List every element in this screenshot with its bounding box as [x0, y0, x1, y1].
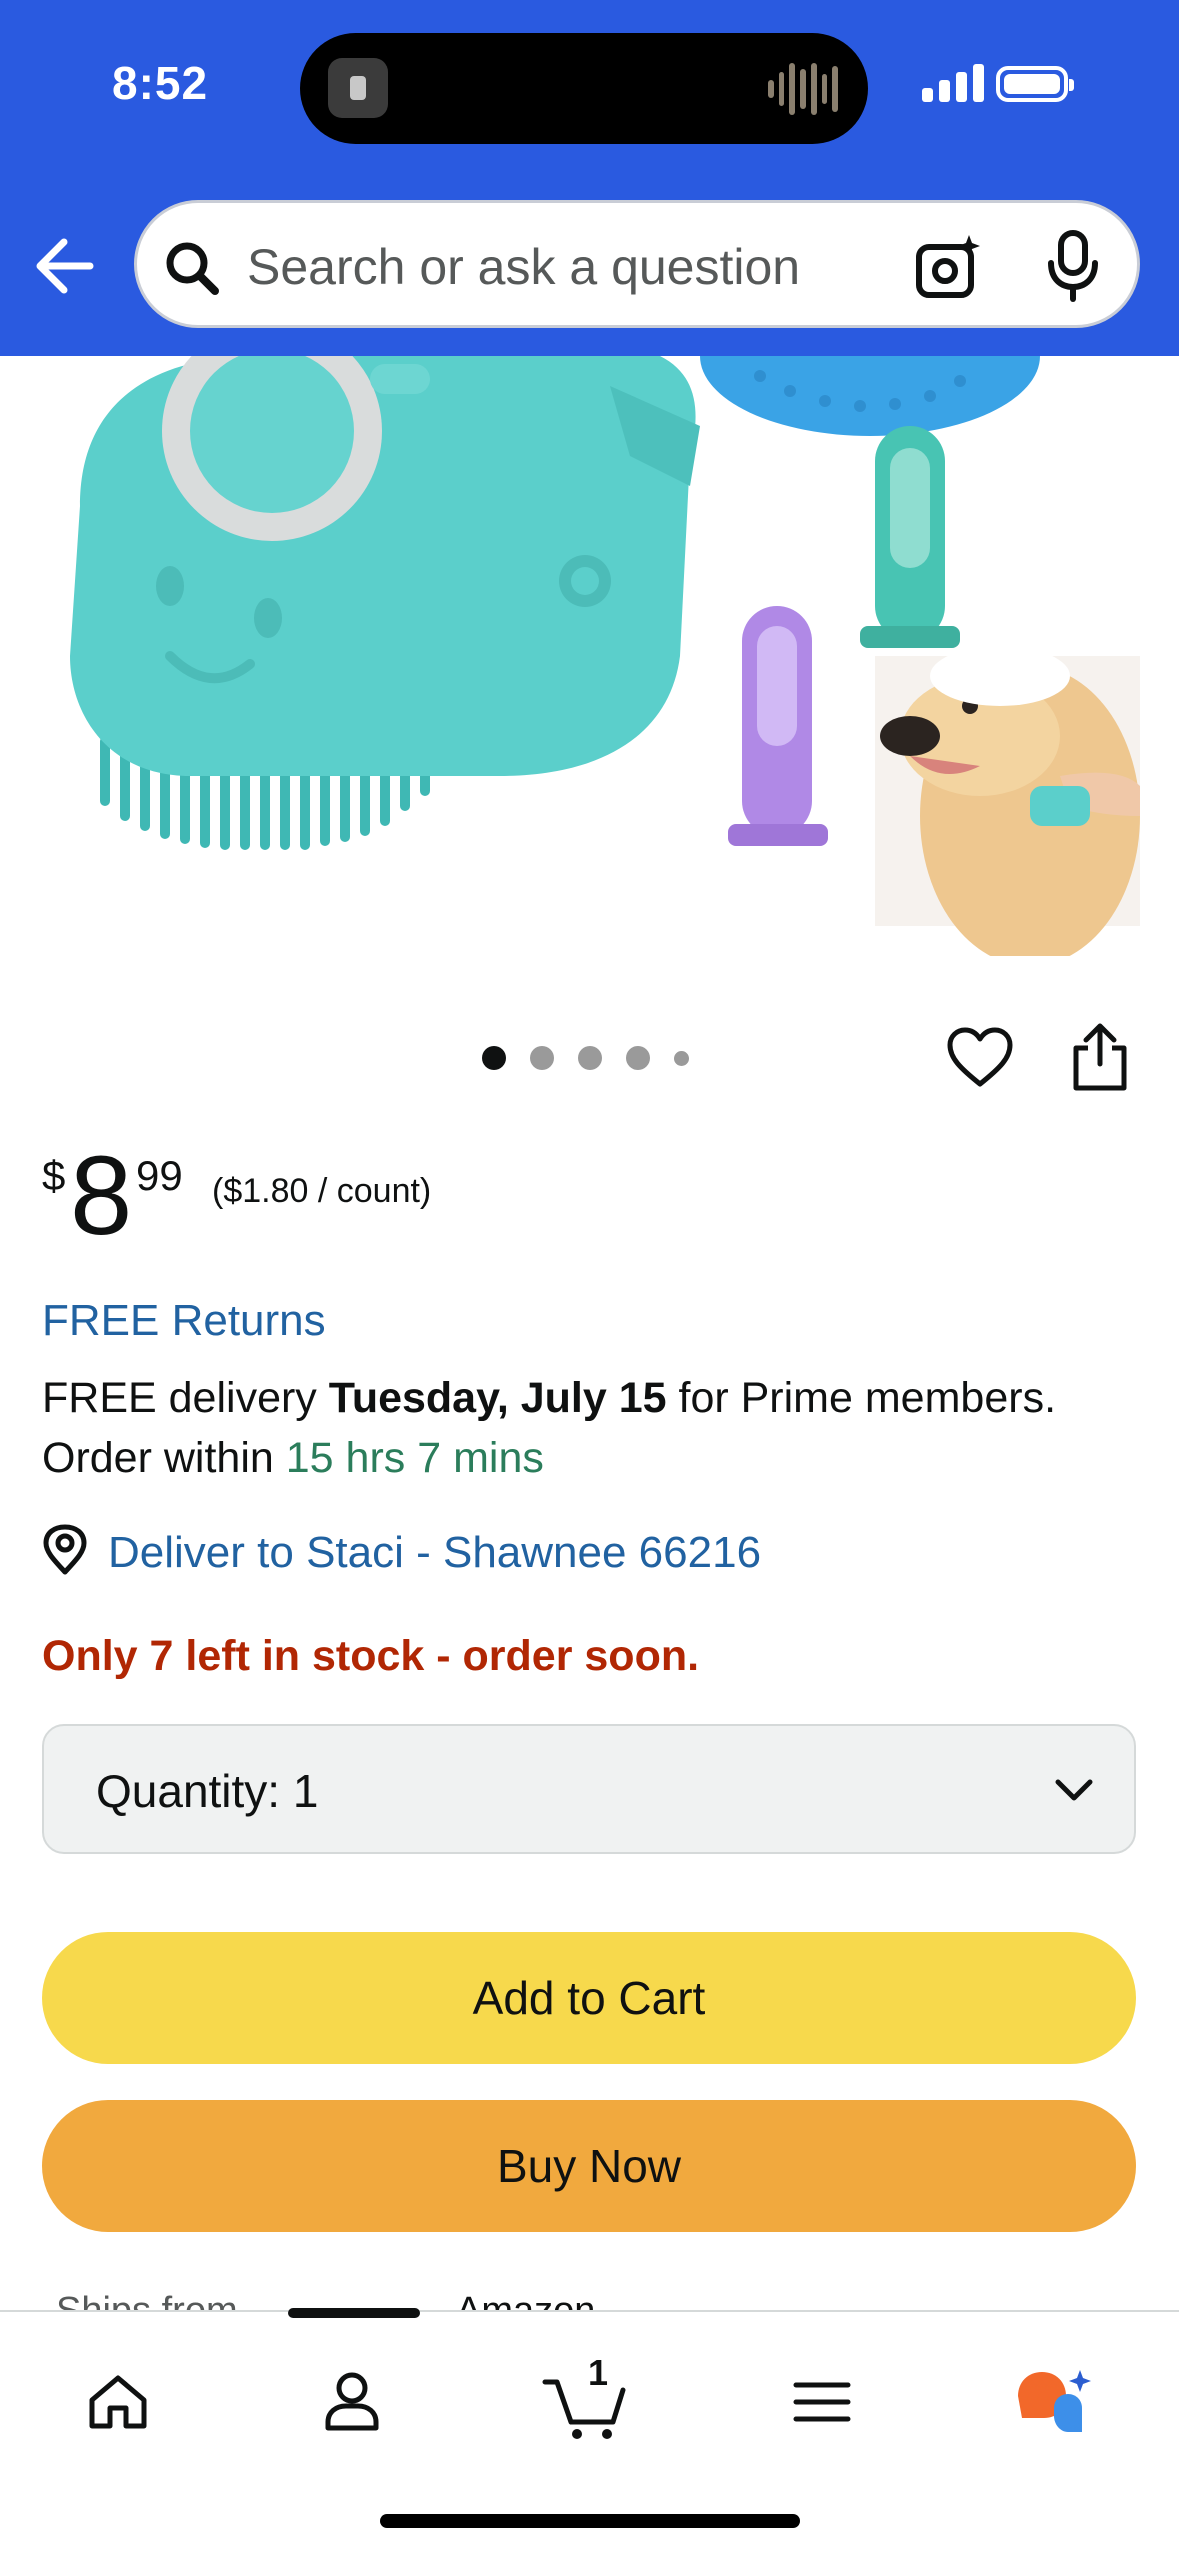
stock-message: Only 7 left in stock - order soon.	[42, 1632, 700, 1680]
cart-count-badge: 1	[588, 2352, 609, 2393]
order-within-label: Order within	[42, 1434, 274, 1482]
share-button[interactable]	[1070, 1020, 1130, 1092]
audio-waveform-icon	[768, 63, 839, 115]
carousel-dot[interactable]	[482, 1046, 506, 1070]
cart-icon	[542, 2379, 626, 2439]
tab-menu[interactable]	[772, 2352, 872, 2452]
chevron-down-icon	[1055, 1779, 1093, 1801]
active-tab-indicator	[288, 2308, 420, 2318]
deliver-to-link[interactable]: Deliver to Staci - Shawnee 66216	[108, 1528, 761, 1578]
golden-retriever-image	[875, 646, 1140, 956]
microphone-icon[interactable]	[1043, 229, 1103, 303]
rufus-chat-icon	[1018, 2370, 1091, 2432]
bath-mat-image	[700, 356, 1040, 436]
carousel-dot[interactable]	[530, 1046, 554, 1070]
tab-account[interactable]	[302, 2352, 402, 2452]
dynamic-island	[300, 33, 868, 144]
delivery-suffix: for Prime members.	[678, 1374, 1057, 1422]
app-header: 8:52	[0, 0, 1179, 356]
live-activity-app-icon	[328, 58, 388, 118]
price-fraction: 99	[136, 1152, 183, 1199]
quantity-value: 1	[292, 1765, 319, 1817]
add-to-list-button[interactable]	[946, 1026, 1014, 1090]
cellular-signal-icon	[922, 62, 984, 102]
tab-cart[interactable]: 1	[536, 2352, 636, 2452]
quantity-select[interactable]: Quantity: 1	[42, 1724, 1136, 1854]
person-icon	[325, 2372, 379, 2431]
share-icon	[1073, 1023, 1127, 1091]
battery-icon	[996, 66, 1074, 102]
tab-home[interactable]	[68, 2352, 168, 2452]
menu-icon	[793, 2382, 851, 2422]
search-input[interactable]	[247, 227, 1007, 307]
delivery-date: Tuesday, July 15	[328, 1374, 667, 1422]
tab-rufus[interactable]	[1004, 2352, 1104, 2452]
status-time: 8:52	[112, 57, 209, 109]
price-currency: $	[42, 1152, 66, 1199]
camera-scan-icon[interactable]	[913, 233, 983, 303]
carousel-dot[interactable]	[578, 1046, 602, 1070]
image-carousel-dots[interactable]	[482, 1046, 689, 1070]
quantity-label: Quantity: 1	[96, 1765, 319, 1817]
back-button[interactable]	[30, 226, 100, 306]
search-bar[interactable]	[134, 200, 1140, 328]
free-returns-link[interactable]: FREE Returns	[42, 1296, 326, 1346]
home-indicator	[380, 2514, 800, 2528]
location-pin-icon	[43, 1524, 87, 1575]
back-arrow-icon	[36, 238, 94, 294]
order-countdown: 15 hrs 7 mins	[285, 1434, 544, 1482]
delivery-message: FREE delivery Tuesday, July 15 for Prime…	[42, 1368, 1152, 1488]
search-icon	[166, 242, 219, 295]
delivery-prefix: FREE delivery	[42, 1374, 317, 1422]
buy-now-button[interactable]: Buy Now	[42, 2100, 1136, 2232]
add-to-cart-button[interactable]: Add to Cart	[42, 1932, 1136, 2064]
home-icon	[89, 2375, 147, 2429]
heart-icon	[947, 1027, 1013, 1087]
carousel-dot[interactable]	[626, 1046, 650, 1070]
carousel-dot[interactable]	[674, 1050, 689, 1066]
price-whole: 8	[70, 1133, 133, 1258]
unit-price: ($1.80 / count)	[212, 1172, 432, 1210]
product-image[interactable]	[40, 356, 1140, 956]
